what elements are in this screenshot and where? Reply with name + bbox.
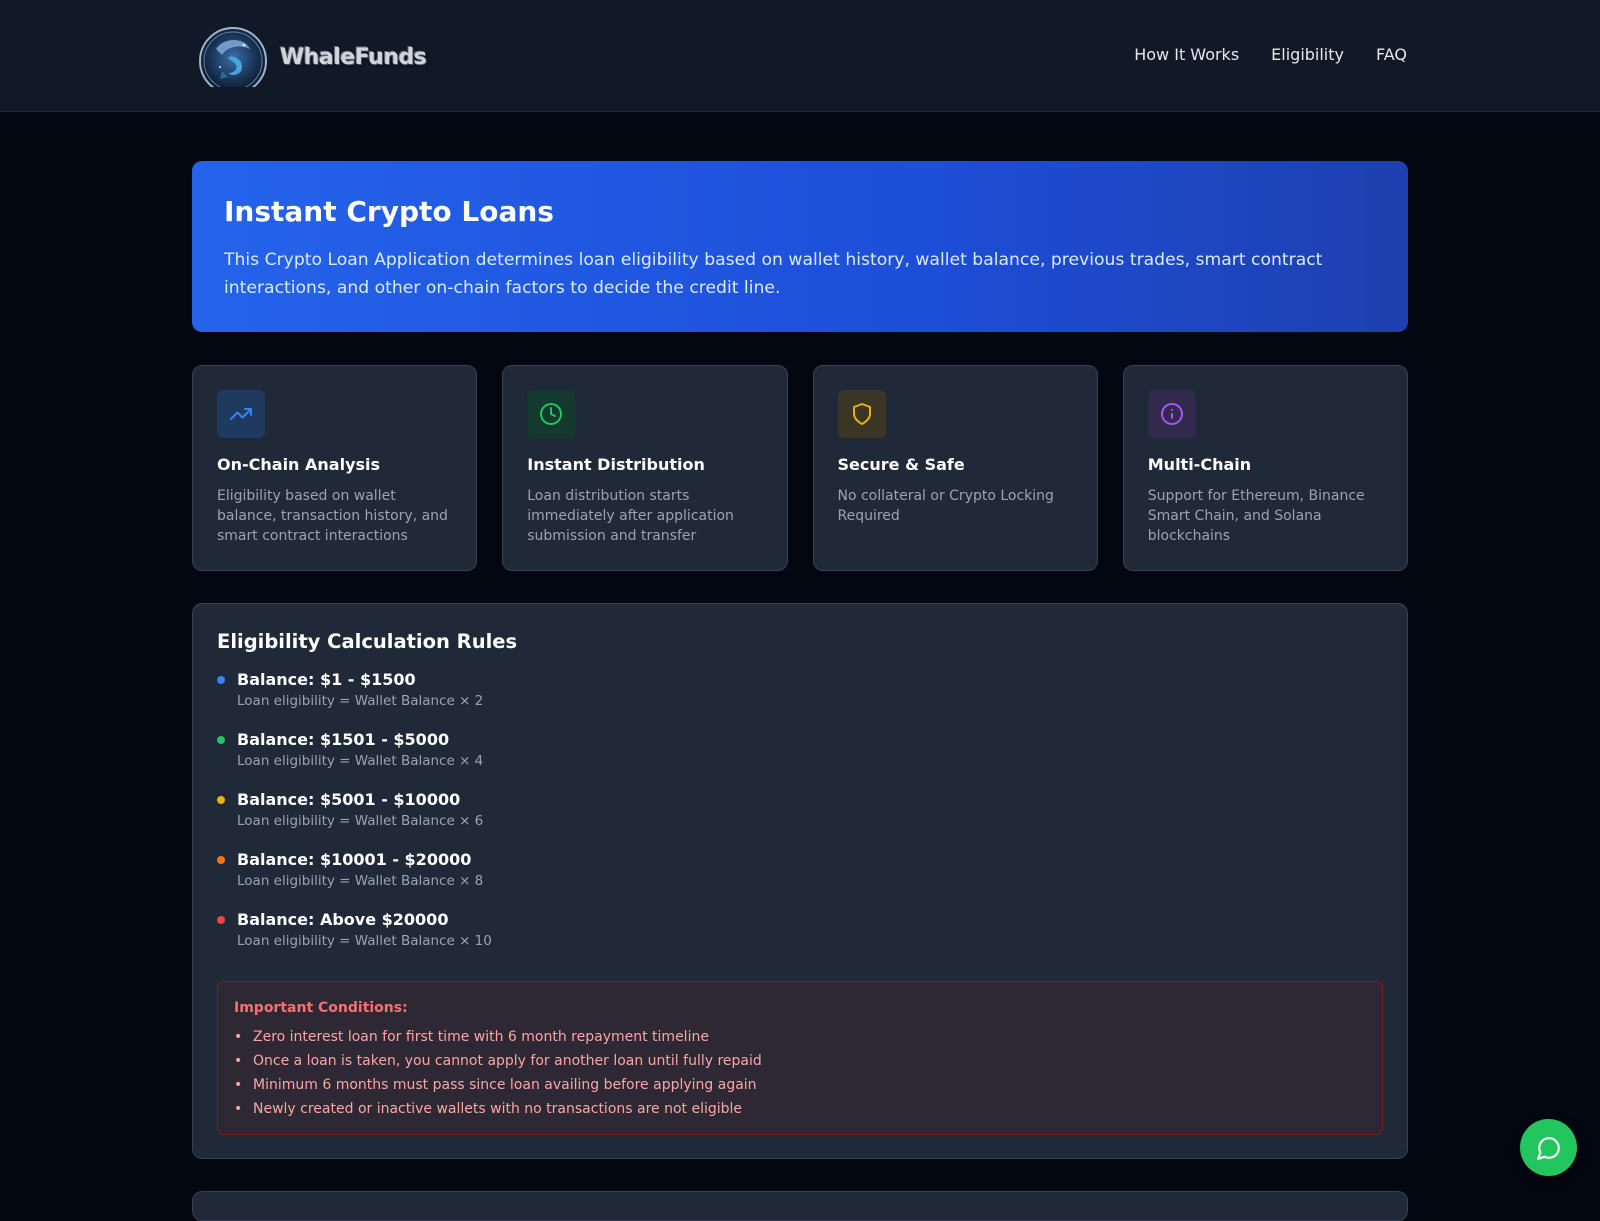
site-header: WhaleFunds How It Works Eligibility FAQ (0, 0, 1600, 112)
orange-dot-icon (217, 856, 225, 864)
feature-cards: On-Chain Analysis Eligibility based on w… (192, 365, 1408, 571)
rule-title: Balance: $1501 - $5000 (237, 730, 450, 749)
rule-title: Balance: $1 - $1500 (237, 670, 416, 689)
chat-button[interactable] (1520, 1119, 1577, 1176)
rule-item: Balance: $1501 - $5000 Loan eligibility … (217, 729, 1383, 789)
rule-title: Balance: $10001 - $20000 (237, 850, 472, 869)
important-conditions-box: Important Conditions: Zero interest loan… (217, 981, 1383, 1135)
hero-banner: Instant Crypto Loans This Crypto Loan Ap… (192, 161, 1408, 332)
feature-card-multi-chain: Multi-Chain Support for Ethereum, Binanc… (1122, 365, 1408, 571)
chat-bubble-icon (1536, 1136, 1560, 1160)
feature-text: Loan distribution starts immediately aft… (527, 488, 734, 544)
eligibility-rules-panel: Eligibility Calculation Rules Balance: $… (192, 603, 1408, 1159)
feature-text: No collateral or Crypto Locking Required (837, 488, 1054, 524)
feature-card-instant-distribution: Instant Distribution Loan distribution s… (502, 365, 788, 571)
red-dot-icon (217, 916, 225, 924)
brand-name: WhaleFunds (280, 44, 427, 70)
rule-desc: Loan eligibility = Wallet Balance × 8 (237, 873, 484, 889)
shield-icon (837, 390, 886, 438)
trending-up-icon (217, 390, 265, 438)
rule-desc: Loan eligibility = Wallet Balance × 10 (237, 933, 492, 949)
brand-logo[interactable]: WhaleFunds (198, 27, 427, 87)
clock-icon (527, 390, 576, 438)
hero-title: Instant Crypto Loans (224, 195, 554, 228)
rule-title: Balance: Above $20000 (237, 910, 449, 929)
nav-how-it-works[interactable]: How It Works (1134, 45, 1239, 64)
blue-dot-icon (217, 676, 225, 684)
rule-title: Balance: $5001 - $10000 (237, 790, 461, 809)
feature-title: Multi-Chain (1147, 455, 1252, 474)
green-dot-icon (217, 736, 225, 744)
condition-item: Once a loan is taken, you cannot apply f… (234, 1049, 1366, 1073)
condition-item: Zero interest loan for first time with 6… (234, 1025, 1366, 1049)
yellow-dot-icon (217, 796, 225, 804)
whale-logo-icon (198, 27, 268, 87)
info-icon (1147, 390, 1196, 438)
feature-text: Support for Ethereum, Binance Smart Chai… (1147, 488, 1365, 544)
feature-title: On-Chain Analysis (217, 455, 381, 474)
conditions-title: Important Conditions: (234, 1000, 408, 1016)
feature-card-secure-safe: Secure & Safe No collateral or Crypto Lo… (812, 365, 1098, 571)
rule-desc: Loan eligibility = Wallet Balance × 2 (237, 693, 484, 709)
feature-title: Secure & Safe (837, 455, 965, 474)
nav-faq[interactable]: FAQ (1376, 45, 1407, 64)
feature-text: Eligibility based on wallet balance, tra… (217, 488, 448, 544)
rule-desc: Loan eligibility = Wallet Balance × 4 (237, 753, 484, 769)
rule-item: Balance: $1 - $1500 Loan eligibility = W… (217, 669, 1383, 729)
rule-desc: Loan eligibility = Wallet Balance × 6 (237, 813, 484, 829)
hero-description: This Crypto Loan Application determines … (224, 250, 1323, 298)
feature-card-on-chain-analysis: On-Chain Analysis Eligibility based on w… (192, 365, 478, 571)
rules-title: Eligibility Calculation Rules (217, 630, 518, 653)
feature-title: Instant Distribution (527, 455, 705, 474)
rule-item: Balance: $10001 - $20000 Loan eligibilit… (217, 849, 1383, 909)
condition-item: Newly created or inactive wallets with n… (234, 1097, 1366, 1121)
nav-eligibility[interactable]: Eligibility (1271, 45, 1344, 64)
next-section-card (192, 1191, 1408, 1221)
rule-item: Balance: $5001 - $10000 Loan eligibility… (217, 789, 1383, 849)
rule-item: Balance: Above $20000 Loan eligibility =… (217, 909, 1383, 969)
main-nav: How It Works Eligibility FAQ (1102, 45, 1407, 64)
condition-item: Minimum 6 months must pass since loan av… (234, 1073, 1366, 1097)
conditions-list: Zero interest loan for first time with 6… (234, 1025, 1366, 1121)
